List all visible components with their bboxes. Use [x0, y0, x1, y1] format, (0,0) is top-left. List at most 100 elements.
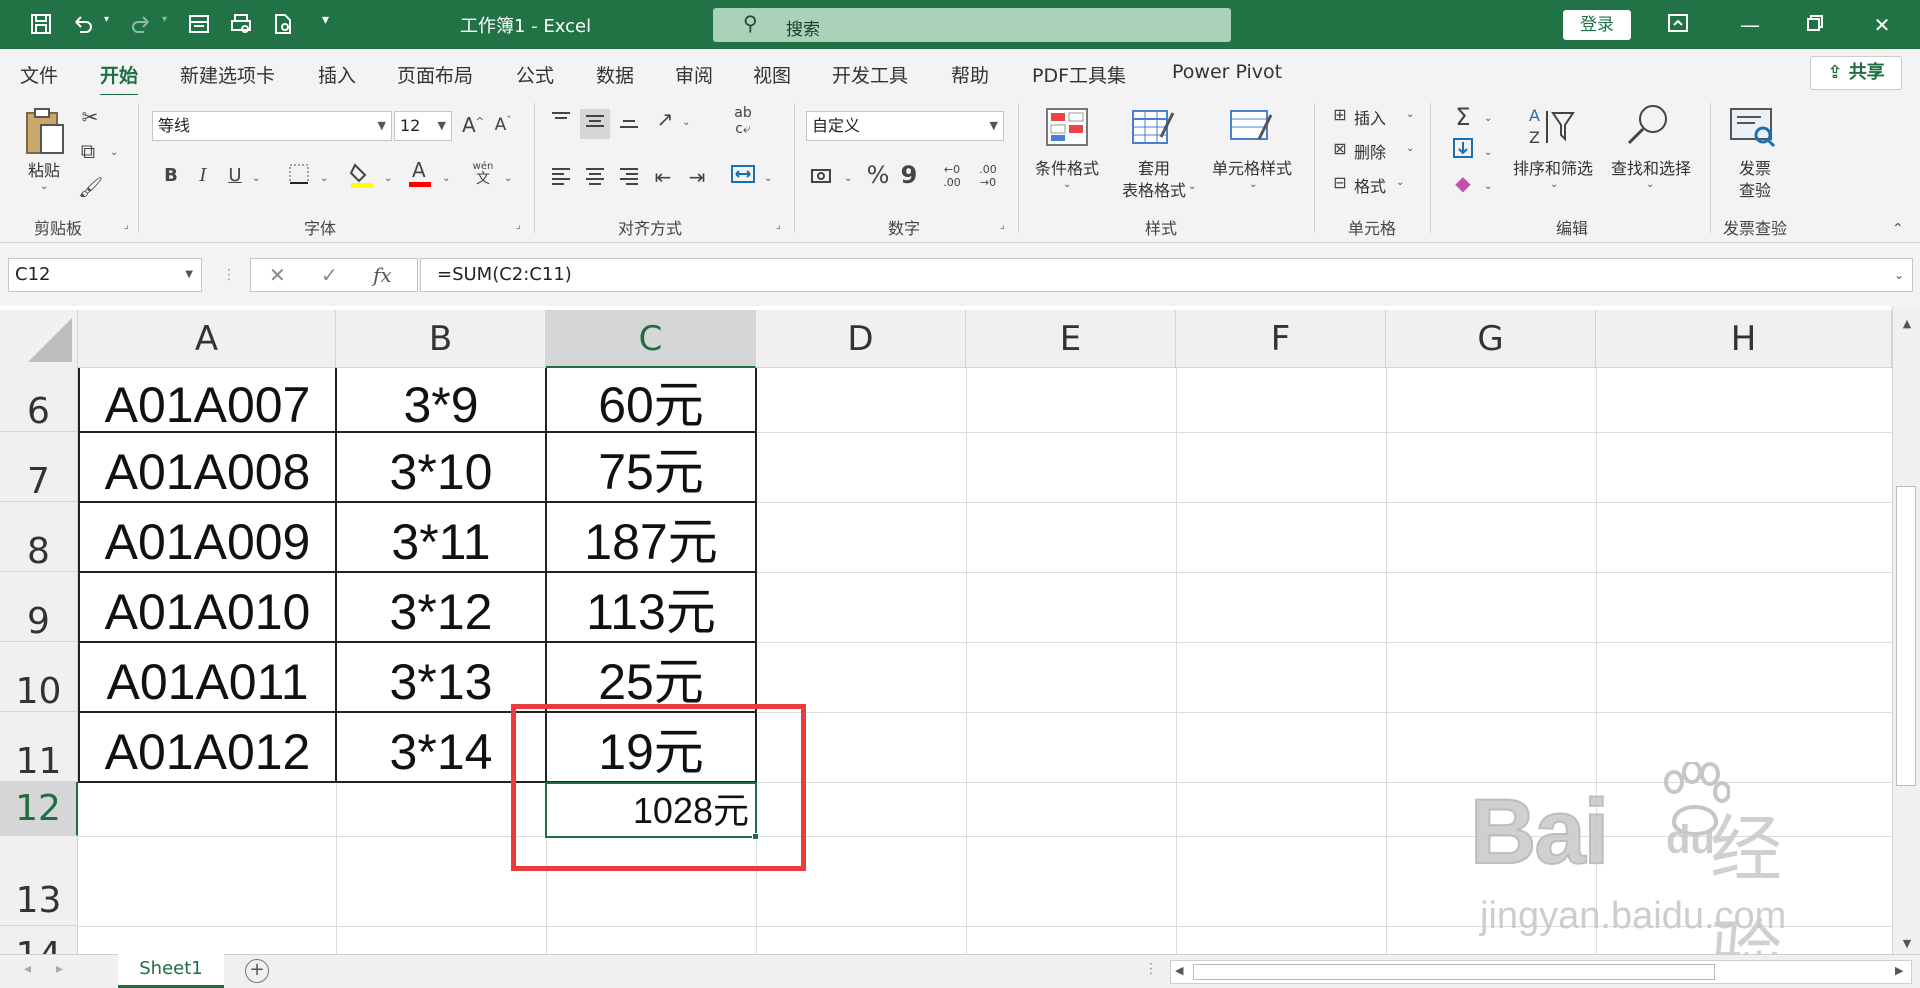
font-name-select[interactable]: 等线 ▼: [152, 111, 392, 141]
row-header-7[interactable]: 7: [0, 432, 78, 502]
orientation-dropdown-icon[interactable]: ⌄: [682, 117, 690, 128]
phonetic-guide-icon[interactable]: wén 文: [470, 161, 496, 187]
delete-dropdown-icon[interactable]: ⌄: [1406, 143, 1414, 154]
conditional-formatting-icon[interactable]: [1044, 107, 1090, 152]
save-icon[interactable]: [28, 12, 54, 38]
font-dialog-launcher-icon[interactable]: ⌟: [516, 220, 521, 231]
autosum-icon[interactable]: Σ: [1450, 103, 1476, 131]
invoice-check-button-line2[interactable]: 查验: [1735, 177, 1775, 201]
tab-split-handle[interactable]: ⋮: [1144, 961, 1158, 977]
cancel-icon[interactable]: ✕: [269, 263, 286, 287]
row-header-6[interactable]: 6: [0, 362, 78, 432]
cell-styles-icon[interactable]: [1228, 107, 1276, 152]
formula-input[interactable]: =SUM(C2:C11) ⌄: [420, 258, 1913, 292]
format-dropdown-icon[interactable]: ⌄: [1396, 177, 1404, 188]
copy-dropdown-icon[interactable]: ⌄: [110, 147, 118, 158]
cell-styles-button[interactable]: 单元格样式: [1202, 155, 1302, 179]
vertical-scroll-thumb[interactable]: [1896, 486, 1916, 786]
find-select-button[interactable]: 查找和选择: [1604, 155, 1698, 179]
row-header-12[interactable]: 12: [0, 782, 78, 836]
row-header-14[interactable]: 14: [0, 926, 78, 954]
cell-a7[interactable]: A01A008: [80, 433, 335, 501]
tab-view[interactable]: 视图: [753, 61, 791, 88]
cell-c6[interactable]: 60元: [547, 368, 755, 433]
column-header-h[interactable]: H: [1596, 310, 1892, 368]
underline-dropdown-icon[interactable]: ⌄: [252, 173, 260, 184]
cell-b10[interactable]: 3*13: [337, 643, 545, 711]
tab-insert[interactable]: 插入: [318, 61, 356, 88]
cell-b9[interactable]: 3*12: [337, 573, 545, 641]
invoice-check-button-line1[interactable]: 发票: [1735, 155, 1775, 179]
form-icon[interactable]: [186, 12, 212, 38]
bold-button[interactable]: B: [160, 165, 182, 186]
clear-dropdown-icon[interactable]: ⌄: [1484, 181, 1492, 192]
horizontal-scrollbar[interactable]: ◀ ▶: [1170, 960, 1912, 984]
row-header-8[interactable]: 8: [0, 502, 78, 572]
cell-styles-dropdown-icon[interactable]: ⌄: [1249, 179, 1257, 190]
format-as-table-button-line1[interactable]: 套用: [1116, 155, 1192, 179]
cell-a10[interactable]: A01A011: [80, 643, 335, 711]
cut-icon[interactable]: ✂: [78, 105, 102, 129]
share-button[interactable]: ⇪ 共享: [1810, 56, 1902, 90]
tab-developer[interactable]: 开发工具: [832, 61, 908, 88]
column-header-b[interactable]: B: [336, 310, 546, 368]
column-header-f[interactable]: F: [1176, 310, 1386, 368]
copy-icon[interactable]: ⧉: [76, 139, 100, 163]
align-left-icon[interactable]: [548, 165, 574, 192]
borders-icon[interactable]: [286, 163, 312, 190]
tab-formulas[interactable]: 公式: [516, 61, 554, 88]
restore-icon[interactable]: [1795, 10, 1835, 40]
undo-dropdown-icon[interactable]: ▾: [104, 14, 109, 25]
font-color-dropdown-icon[interactable]: ⌄: [442, 173, 450, 184]
prev-sheet-icon[interactable]: ◂: [24, 961, 31, 977]
cell-a9[interactable]: A01A010: [80, 573, 335, 641]
insert-cells-button[interactable]: 插入: [1354, 105, 1386, 129]
paste-dropdown-icon[interactable]: ⌄: [40, 181, 48, 192]
column-header-c[interactable]: C: [546, 310, 756, 368]
cell-a12[interactable]: [80, 783, 335, 835]
orientation-icon[interactable]: ↗: [650, 107, 680, 131]
row-header-9[interactable]: 9: [0, 572, 78, 642]
font-color-icon[interactable]: A: [406, 158, 434, 194]
cell-c8[interactable]: 187元: [547, 503, 755, 571]
sort-filter-dropdown-icon[interactable]: ⌄: [1550, 179, 1558, 190]
fill-color-dropdown-icon[interactable]: ⌄: [384, 173, 392, 184]
column-header-g[interactable]: G: [1386, 310, 1596, 368]
alignment-dialog-launcher-icon[interactable]: ⌟: [776, 220, 781, 231]
conditional-formatting-button[interactable]: 条件格式: [1028, 155, 1106, 179]
tab-home[interactable]: 开始: [100, 61, 139, 97]
align-right-icon[interactable]: [616, 165, 642, 192]
print-preview-icon[interactable]: [228, 12, 254, 38]
font-size-select[interactable]: 12 ▼: [394, 111, 452, 141]
horizontal-scroll-thumb[interactable]: [1193, 964, 1715, 980]
minimize-icon[interactable]: —: [1730, 10, 1770, 40]
align-center-icon[interactable]: [582, 165, 608, 192]
cell-b8[interactable]: 3*11: [337, 503, 545, 571]
undo-icon[interactable]: [70, 12, 96, 38]
number-format-select[interactable]: 自定义 ▼: [806, 111, 1004, 141]
select-all-button[interactable]: [0, 310, 78, 368]
accounting-format-icon[interactable]: [808, 165, 838, 192]
scroll-right-icon[interactable]: ▶: [1895, 964, 1903, 977]
cell-c9[interactable]: 113元: [547, 573, 755, 641]
decrease-indent-icon[interactable]: ⇤: [650, 165, 676, 189]
accounting-dropdown-icon[interactable]: ⌄: [844, 173, 852, 184]
tab-page-layout[interactable]: 页面布局: [397, 61, 473, 88]
format-painter-icon[interactable]: 🖌: [78, 175, 103, 199]
merge-center-icon[interactable]: [728, 163, 758, 190]
wrap-text-icon[interactable]: ab c⤶: [728, 105, 758, 137]
next-sheet-icon[interactable]: ▸: [56, 961, 63, 977]
row-header-13[interactable]: 13: [0, 836, 78, 926]
number-dialog-launcher-icon[interactable]: ⌟: [1000, 220, 1005, 231]
paste-button[interactable]: 粘贴: [22, 157, 66, 181]
format-cells-icon[interactable]: ⊟: [1328, 173, 1352, 192]
column-header-e[interactable]: E: [966, 310, 1176, 368]
paste-icon[interactable]: [20, 105, 70, 165]
tab-pdf-tools[interactable]: PDF工具集: [1032, 61, 1126, 88]
redo-dropdown-icon[interactable]: ▾: [162, 14, 167, 25]
cell-b7[interactable]: 3*10: [337, 433, 545, 501]
decrease-decimal-button[interactable]: .00 →0: [974, 163, 1002, 189]
tab-review[interactable]: 审阅: [675, 61, 713, 88]
italic-button[interactable]: I: [192, 165, 214, 186]
column-header-a[interactable]: A: [78, 310, 336, 368]
